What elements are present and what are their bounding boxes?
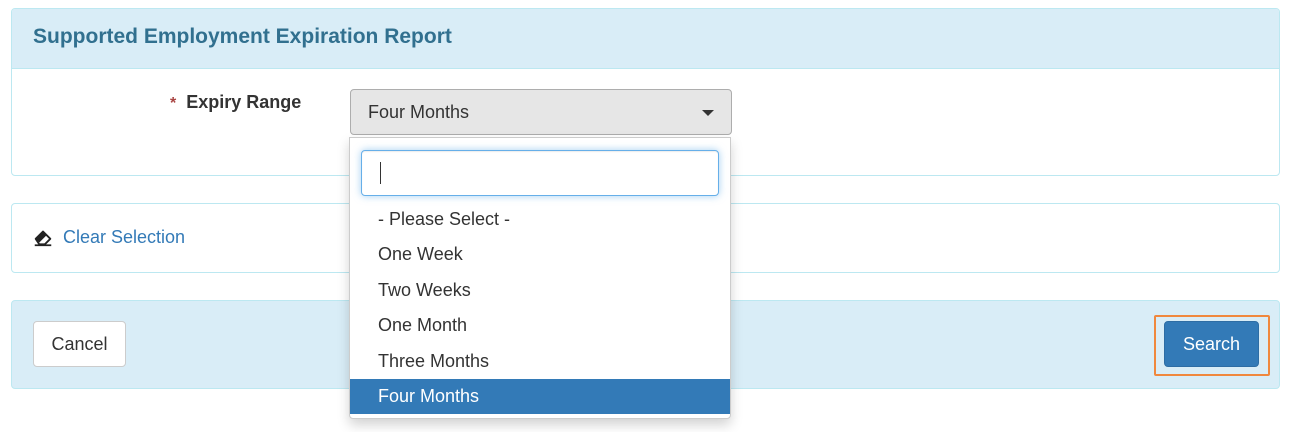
dropdown-option[interactable]: One Week (350, 237, 730, 272)
caret-down-icon (702, 110, 714, 116)
report-panel-heading: Supported Employment Expiration Report (12, 9, 1279, 69)
expiry-range-label-text: Expiry Range (186, 92, 302, 112)
expiry-range-select[interactable]: Four Months (350, 89, 732, 135)
expiry-range-row: * Expiry Range Four Months (12, 89, 1279, 140)
text-cursor (380, 162, 381, 184)
dropdown-search-input[interactable] (361, 150, 719, 196)
page-title: Supported Employment Expiration Report (33, 25, 452, 48)
search-button[interactable]: Search (1164, 321, 1259, 367)
eraser-icon (34, 230, 52, 247)
expiry-range-selected-value: Four Months (368, 102, 470, 122)
dropdown-option[interactable]: Four Months (350, 378, 730, 415)
dropdown-option[interactable]: Three Months (350, 344, 730, 379)
dropdown-options-list: - Please Select - One Week Two Weeks One Mo… (350, 202, 730, 415)
clear-selection-label: Clear Selection (63, 226, 186, 247)
clear-selection-link[interactable]: Clear Selection (32, 226, 185, 248)
cancel-button[interactable]: Cancel (33, 321, 126, 367)
dropdown-option[interactable]: - Please Select - (350, 202, 730, 237)
expiry-range-label: * Expiry Range (170, 92, 301, 113)
dropdown-option[interactable]: Two Weeks (350, 273, 730, 308)
expiry-range-dropdown: - Please Select - One Week Two Weeks One Mo… (349, 137, 731, 419)
dropdown-option[interactable]: One Month (350, 308, 730, 343)
required-mark: * (170, 95, 177, 112)
